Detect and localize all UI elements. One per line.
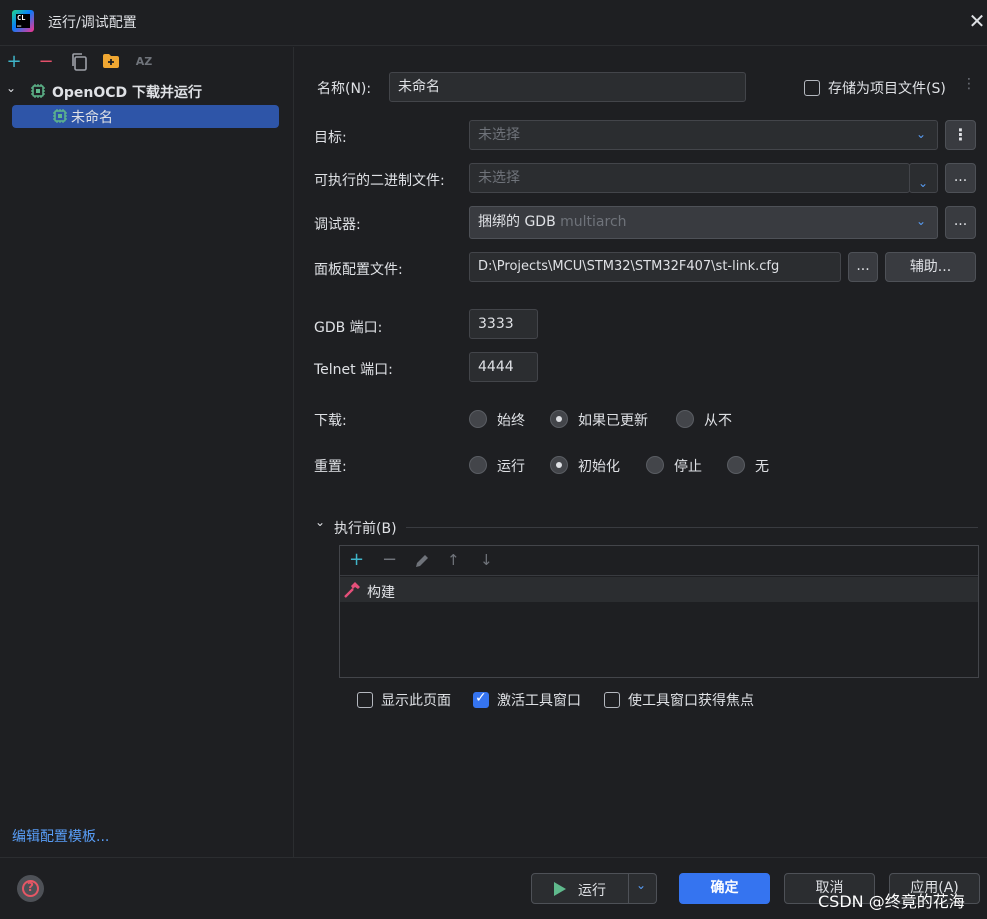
before-launch-toolbar bbox=[340, 546, 978, 576]
task-row-build[interactable] bbox=[340, 577, 978, 602]
debugger-label: 调试器: bbox=[314, 217, 361, 233]
chevron-down-icon[interactable]: ⌄ bbox=[315, 515, 325, 529]
close-icon[interactable]: ✕ bbox=[966, 10, 987, 32]
activate-tool-window-checkbox[interactable] bbox=[473, 690, 489, 708]
binary-dropdown-button[interactable]: ⌄ bbox=[909, 163, 938, 193]
board-config-browse-button[interactable]: ... bbox=[848, 252, 878, 282]
show-page-label: 显示此页面 bbox=[381, 693, 451, 709]
chevron-down-icon: ⌄ bbox=[918, 176, 929, 190]
binary-value: 未选择 bbox=[478, 170, 520, 186]
run-button-label: 运行 bbox=[578, 883, 606, 899]
copy-icon[interactable] bbox=[69, 52, 89, 72]
add-task-icon[interactable]: + bbox=[349, 549, 364, 570]
reset-halt-radio[interactable] bbox=[646, 456, 664, 474]
tree-child-label: 未命名 bbox=[71, 110, 113, 126]
arrow-down-icon[interactable]: ↓ bbox=[480, 551, 493, 569]
chevron-down-icon[interactable]: ⌄ bbox=[6, 81, 16, 95]
edit-templates-link[interactable]: 编辑配置模板... bbox=[12, 826, 109, 846]
download-always-label: 始终 bbox=[497, 413, 525, 429]
sort-alphabetically-icon[interactable]: AZ bbox=[134, 52, 154, 72]
download-label: 下载: bbox=[314, 413, 347, 429]
hammer-icon bbox=[344, 581, 361, 602]
remove-task-icon[interactable]: − bbox=[382, 549, 397, 570]
tree-parent-label: OpenOCD 下载并运行 bbox=[52, 85, 203, 101]
arrow-up-icon[interactable]: ↑ bbox=[447, 551, 460, 569]
telnet-port-label: Telnet 端口: bbox=[314, 362, 393, 378]
reset-halt-label: 停止 bbox=[674, 459, 702, 475]
download-always-radio[interactable] bbox=[469, 410, 487, 428]
debugger-select[interactable]: 捆绑的 GDB multiarch bbox=[469, 206, 938, 239]
task-build-label: 构建 bbox=[367, 585, 395, 601]
clion-app-icon: CL — bbox=[12, 10, 34, 32]
chevron-down-icon[interactable]: ⌄ bbox=[636, 878, 646, 892]
edit-task-icon[interactable] bbox=[414, 553, 430, 573]
split-divider bbox=[628, 874, 629, 903]
configurations-panel bbox=[0, 47, 294, 857]
download-if-updated-radio[interactable] bbox=[550, 410, 568, 428]
help-icon[interactable]: ? bbox=[17, 875, 44, 902]
title-bar bbox=[0, 0, 987, 46]
reset-none-label: 无 bbox=[755, 459, 769, 475]
play-icon bbox=[554, 882, 566, 896]
name-label: 名称(N): bbox=[317, 81, 372, 97]
store-as-project-file-label: 存储为项目文件(S) bbox=[828, 81, 946, 97]
target-select[interactable]: 未选择 bbox=[469, 120, 938, 150]
chevron-down-icon[interactable]: ⌄ bbox=[916, 214, 926, 228]
assist-button[interactable]: 辅助... bbox=[885, 252, 976, 282]
reset-none-radio[interactable] bbox=[727, 456, 745, 474]
debugger-value: 捆绑的 GDB bbox=[478, 214, 556, 230]
debugger-suffix: multiarch bbox=[560, 214, 627, 230]
download-never-label: 从不 bbox=[704, 413, 732, 429]
add-icon[interactable]: + bbox=[4, 52, 24, 72]
chevron-down-icon[interactable]: ⌄ bbox=[916, 127, 926, 141]
before-launch-label: 执行前(B) bbox=[334, 521, 397, 537]
remove-icon[interactable]: − bbox=[36, 52, 56, 72]
run-button[interactable]: 运行 ⌄ bbox=[531, 873, 657, 904]
more-vertical-icon[interactable]: ⋮ bbox=[962, 76, 976, 92]
focus-tool-window-label: 使工具窗口获得焦点 bbox=[628, 693, 754, 709]
download-never-radio[interactable] bbox=[676, 410, 694, 428]
reset-init-label: 初始化 bbox=[578, 459, 620, 475]
target-more-icon[interactable]: ⋮ bbox=[945, 120, 976, 150]
section-divider bbox=[406, 527, 978, 528]
reset-run-label: 运行 bbox=[497, 459, 525, 475]
target-value: 未选择 bbox=[478, 127, 520, 143]
help-glyph: ? bbox=[27, 880, 34, 894]
telnet-port-input[interactable]: 4444 bbox=[469, 352, 538, 382]
show-page-checkbox[interactable] bbox=[357, 692, 373, 708]
window-title: 运行/调试配置 bbox=[48, 15, 137, 31]
reset-init-radio[interactable] bbox=[550, 456, 568, 474]
activate-tool-window-label: 激活工具窗口 bbox=[497, 693, 581, 709]
tree-item-openocd[interactable]: ⌄ OpenOCD 下载并运行 bbox=[6, 81, 286, 102]
binary-input[interactable]: 未选择 bbox=[469, 163, 910, 193]
focus-tool-window-checkbox[interactable] bbox=[604, 692, 620, 708]
watermark-text: CSDN @终竟的花海 bbox=[818, 892, 965, 911]
binary-label: 可执行的二进制文件: bbox=[314, 173, 445, 189]
tree-item-unnamed[interactable]: 未命名 bbox=[12, 105, 279, 128]
store-as-project-file-checkbox[interactable] bbox=[804, 80, 820, 96]
chip-icon bbox=[53, 109, 67, 123]
chip-icon bbox=[31, 84, 45, 98]
binary-browse-button[interactable]: ... bbox=[945, 163, 976, 193]
name-input[interactable]: 未命名 bbox=[389, 72, 746, 102]
gdb-port-input[interactable]: 3333 bbox=[469, 309, 538, 339]
debugger-browse-button[interactable]: ... bbox=[945, 206, 976, 239]
board-config-label: 面板配置文件: bbox=[314, 262, 403, 278]
gdb-port-label: GDB 端口: bbox=[314, 320, 383, 336]
download-if-updated-label: 如果已更新 bbox=[578, 413, 648, 429]
target-label: 目标: bbox=[314, 130, 347, 146]
reset-label: 重置: bbox=[314, 459, 347, 475]
board-config-input[interactable]: D:\Projects\MCU\STM32\STM32F407\st-link.… bbox=[469, 252, 841, 282]
new-folder-icon[interactable] bbox=[101, 52, 121, 72]
reset-run-radio[interactable] bbox=[469, 456, 487, 474]
ok-button[interactable]: 确定 bbox=[679, 873, 770, 904]
